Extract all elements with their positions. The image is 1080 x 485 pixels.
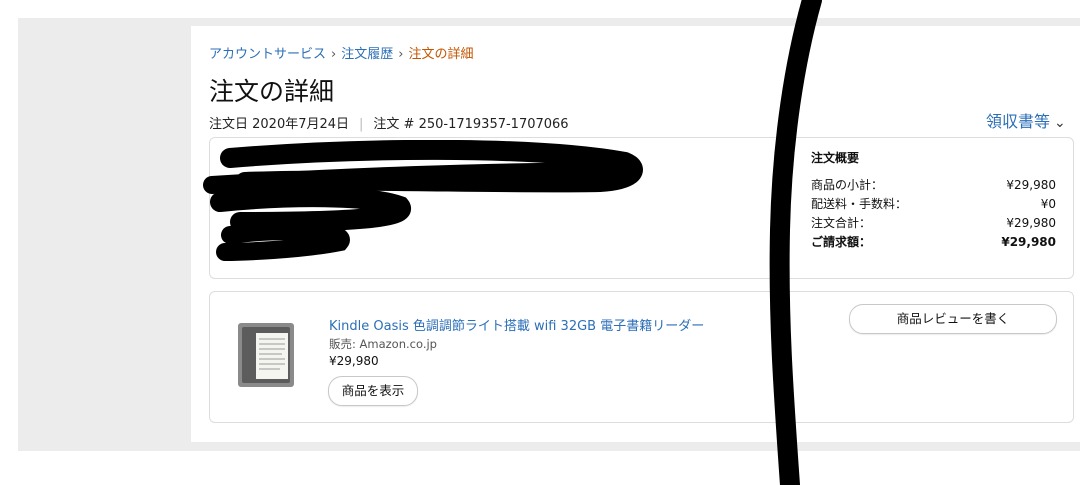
- breadcrumb-separator: ›: [398, 47, 404, 62]
- summary-row-total: 注文合計： ¥29,980: [811, 214, 1056, 233]
- order-number: 注文 # 250-1719357-1707066: [373, 117, 569, 132]
- write-review-button[interactable]: 商品レビューを書く: [849, 304, 1057, 334]
- order-summary: 注文概要 商品の小計： ¥29,980 配送料・手数料： ¥0 注文合計： ¥2…: [811, 149, 1056, 252]
- chevron-down-icon: ⌄: [1054, 115, 1066, 131]
- kindle-device-image[interactable]: [232, 319, 304, 391]
- receipt-label: 領収書等: [986, 112, 1051, 131]
- product-title-link[interactable]: Kindle Oasis 色調調節ライト搭載 wifi 32GB 電子書籍リーダ…: [329, 315, 704, 334]
- summary-row-subtotal: 商品の小計： ¥29,980: [811, 176, 1056, 195]
- breadcrumb-order-history[interactable]: 注文履歴: [341, 47, 393, 62]
- view-item-button[interactable]: 商品を表示: [328, 376, 418, 406]
- receipt-dropdown[interactable]: 領収書等 ⌄: [986, 108, 1066, 132]
- order-meta: 注文日 2020年7月24日 | 注文 # 250-1719357-1707066: [209, 113, 569, 132]
- summary-value: ¥29,980: [1001, 235, 1056, 249]
- item-price: ¥29,980: [329, 354, 379, 368]
- summary-row-billed: ご請求額： ¥29,980: [811, 233, 1056, 252]
- page-title: 注文の詳細: [209, 77, 335, 106]
- breadcrumb-account-service[interactable]: アカウントサービス: [209, 47, 326, 62]
- summary-value: ¥29,980: [1006, 178, 1056, 192]
- seller-info: 販売: Amazon.co.jp: [329, 337, 437, 351]
- summary-label: 注文合計：: [811, 216, 872, 230]
- summary-value: ¥29,980: [1006, 216, 1056, 230]
- redaction-scribble: [203, 140, 643, 261]
- order-date: 注文日 2020年7月24日: [209, 117, 350, 132]
- summary-label: 商品の小計：: [811, 178, 884, 192]
- breadcrumb: アカウントサービス › 注文履歴 › 注文の詳細: [209, 43, 473, 62]
- summary-row-shipping: 配送料・手数料： ¥0: [811, 195, 1056, 214]
- summary-label: 配送料・手数料：: [811, 197, 908, 211]
- summary-heading: 注文概要: [811, 151, 860, 165]
- breadcrumb-current: 注文の詳細: [408, 47, 474, 62]
- summary-value: ¥0: [1040, 197, 1056, 211]
- meta-divider: |: [359, 117, 364, 132]
- summary-label: ご請求額：: [811, 235, 872, 249]
- breadcrumb-separator: ›: [331, 47, 337, 62]
